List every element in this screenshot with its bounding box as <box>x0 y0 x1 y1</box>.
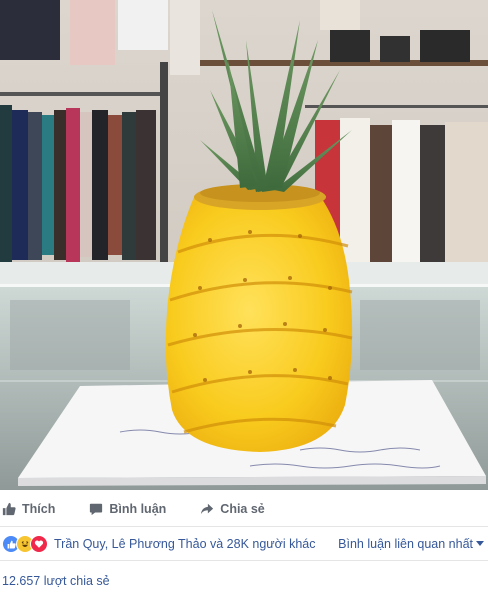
likers-link[interactable]: Trần Quy, Lê Phương Thảo và 28K người kh… <box>54 537 316 551</box>
thumbs-up-icon <box>2 502 16 516</box>
reactions-summary: Trần Quy, Lê Phương Thảo và 28K người kh… <box>0 528 488 561</box>
share-label: Chia sẻ <box>220 502 265 516</box>
comment-sort-label: Bình luận liên quan nhất <box>338 537 473 551</box>
comment-icon <box>90 503 103 516</box>
pineapple-photo <box>0 0 488 490</box>
comment-label: Bình luận <box>109 502 167 516</box>
reaction-icons[interactable] <box>2 535 48 553</box>
like-label: Thích <box>22 502 56 516</box>
share-button[interactable]: Chia sẻ <box>200 502 265 516</box>
like-button[interactable]: Thích <box>2 502 55 516</box>
share-count-link[interactable]: 12.657 lượt chia sẻ <box>2 574 110 588</box>
post-photo[interactable] <box>0 0 488 490</box>
comment-button[interactable]: Bình luận <box>89 502 166 516</box>
share-arrow-icon <box>201 503 214 515</box>
comment-sort-dropdown[interactable]: Bình luận liên quan nhất <box>338 528 484 560</box>
love-icon <box>30 535 48 553</box>
post-action-bar: Thích Bình luận Chia sẻ <box>0 492 488 527</box>
caret-down-icon <box>476 541 484 546</box>
